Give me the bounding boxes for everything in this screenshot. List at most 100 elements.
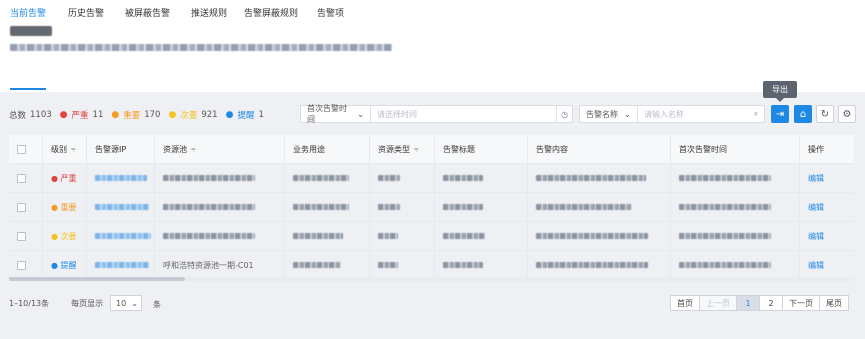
- redacted-type: [378, 175, 400, 181]
- alarm-content-cell: [528, 164, 671, 192]
- resource-type-cell: [370, 193, 435, 221]
- level-dot-icon: ●: [51, 231, 61, 241]
- tab-push-rules[interactable]: 推送规则: [191, 6, 227, 19]
- redacted-ip: [95, 175, 147, 181]
- resource-pool-cell: [155, 222, 285, 250]
- alarm-title-cell: [435, 222, 528, 250]
- clock-icon[interactable]: ◷: [556, 106, 572, 122]
- row-checkbox[interactable]: [17, 260, 26, 270]
- redacted-content: [536, 262, 648, 268]
- edit-link[interactable]: 编辑: [808, 231, 824, 242]
- major-count: 170: [144, 110, 161, 120]
- export-button[interactable]: ⇥: [771, 105, 789, 123]
- col-actions: 操作: [800, 135, 854, 163]
- redacted-pool: [163, 175, 255, 181]
- prev-page-button[interactable]: 上一页: [699, 295, 737, 311]
- row-select-cell: [9, 164, 43, 192]
- level-cell: ● 严重: [43, 164, 87, 192]
- edit-link[interactable]: 编辑: [808, 173, 824, 184]
- resource-type-cell: [370, 164, 435, 192]
- table-row[interactable]: ● 严重 编辑: [9, 164, 854, 193]
- col-first-time: 首次告警时间: [671, 135, 800, 163]
- redacted-content: [536, 175, 646, 181]
- col-resource-pool-label: 资源池: [163, 144, 187, 154]
- minor-dot-icon: ●: [168, 110, 177, 120]
- level-dot-icon: ●: [51, 173, 61, 183]
- refresh-button[interactable]: ↻: [816, 105, 834, 123]
- time-input[interactable]: 请选择时间: [371, 109, 556, 120]
- minor-count: 921: [201, 110, 218, 120]
- col-alarm-content-label: 告警内容: [536, 144, 568, 154]
- col-resource-type-label: 资源类型: [378, 144, 410, 154]
- time-field-select[interactable]: 首次告警时间 ⌄: [301, 104, 371, 124]
- major-label: 重要: [123, 111, 141, 121]
- resource-pool-text: 呼和浩特资源池一期-C01: [163, 260, 254, 270]
- alarm-content-cell: [528, 222, 671, 250]
- source-ip-cell: [87, 164, 155, 192]
- level-cell: ● 次要: [43, 222, 87, 250]
- filter-icon[interactable]: ⩦: [191, 144, 196, 154]
- edit-link[interactable]: 编辑: [808, 202, 824, 213]
- level-cell: ● 重要: [43, 193, 87, 221]
- clear-button[interactable]: ⌂: [794, 105, 812, 123]
- name-field-select[interactable]: 告警名称 ⌄: [580, 106, 638, 122]
- redacted-ip: [95, 204, 149, 210]
- tab-history-alarms[interactable]: 历史告警: [68, 6, 104, 19]
- last-page-button[interactable]: 尾页: [819, 295, 849, 311]
- name-search-input[interactable]: 请输入名称: [638, 109, 748, 120]
- search-icon[interactable]: ⌕: [748, 106, 764, 122]
- page-size-select[interactable]: 10 ⌄: [110, 295, 142, 311]
- alarm-content-cell: [528, 193, 671, 221]
- row-select-cell: [9, 193, 43, 221]
- page-1-button[interactable]: 1: [736, 295, 760, 311]
- table-row[interactable]: ● 重要 编辑: [9, 193, 854, 222]
- redacted-pool: [163, 233, 255, 239]
- first-time-cell: [671, 251, 800, 279]
- select-all-cell: [9, 135, 43, 163]
- actions-cell: 编辑: [800, 164, 854, 192]
- tab-current-alarms[interactable]: 当前告警: [10, 6, 46, 19]
- resource-pool-cell: [155, 164, 285, 192]
- clear-icon: ⌂: [799, 108, 807, 120]
- page-range-text: 1–10/13条: [9, 299, 50, 308]
- redacted-time: [679, 175, 771, 181]
- total-label: 总数: [9, 111, 27, 121]
- active-tab-indicator: [10, 88, 46, 90]
- level-dot-icon: ●: [51, 260, 61, 270]
- business-use-cell: [285, 222, 370, 250]
- filter-icon[interactable]: ⩦: [414, 144, 419, 154]
- main-content: 总数 1103 ● 严重 11 ● 重要 170 ● 次要 921 ● 提醒 1…: [0, 81, 865, 339]
- col-resource-type[interactable]: 资源类型 ⩦: [370, 135, 435, 163]
- row-checkbox[interactable]: [17, 202, 26, 212]
- scrollbar-thumb[interactable]: [9, 277, 185, 281]
- redacted-content: [536, 204, 632, 210]
- col-resource-pool[interactable]: 资源池 ⩦: [155, 135, 285, 163]
- tab-mask-rules[interactable]: 告警屏蔽规则: [244, 6, 298, 19]
- row-select-cell: [9, 222, 43, 250]
- business-use-cell: [285, 164, 370, 192]
- col-level[interactable]: 级别 ⩦: [43, 135, 87, 163]
- redacted-content: [536, 233, 648, 239]
- table-row[interactable]: ● 次要 编辑: [9, 222, 854, 251]
- chevron-down-icon: ⌄: [131, 298, 138, 308]
- row-checkbox[interactable]: [17, 173, 26, 183]
- horizontal-scrollbar[interactable]: [9, 277, 854, 281]
- refresh-icon: ↻: [820, 108, 830, 120]
- next-page-button[interactable]: 下一页: [782, 295, 820, 311]
- row-checkbox[interactable]: [17, 231, 26, 241]
- info-count: 1: [258, 110, 264, 120]
- redacted-type: [378, 204, 400, 210]
- page-2-button[interactable]: 2: [759, 295, 783, 311]
- settings-button[interactable]: ⚙: [838, 105, 856, 123]
- pagination-info: 1–10/13条 每页显示: [9, 298, 103, 309]
- tab-alarm-items[interactable]: 告警项: [317, 6, 344, 19]
- tab-masked-alarms[interactable]: 被屏蔽告警: [125, 6, 170, 19]
- first-page-button[interactable]: 首页: [670, 295, 700, 311]
- filter-icon[interactable]: ⩦: [71, 144, 76, 154]
- page-size-value: 10: [116, 298, 127, 308]
- edit-link[interactable]: 编辑: [808, 260, 824, 271]
- first-time-cell: [671, 222, 800, 250]
- table-row[interactable]: ● 提醒 呼和浩特资源池一期-C01 编辑: [9, 251, 854, 280]
- alarm-content-cell: [528, 251, 671, 279]
- select-all-checkbox[interactable]: [17, 144, 26, 154]
